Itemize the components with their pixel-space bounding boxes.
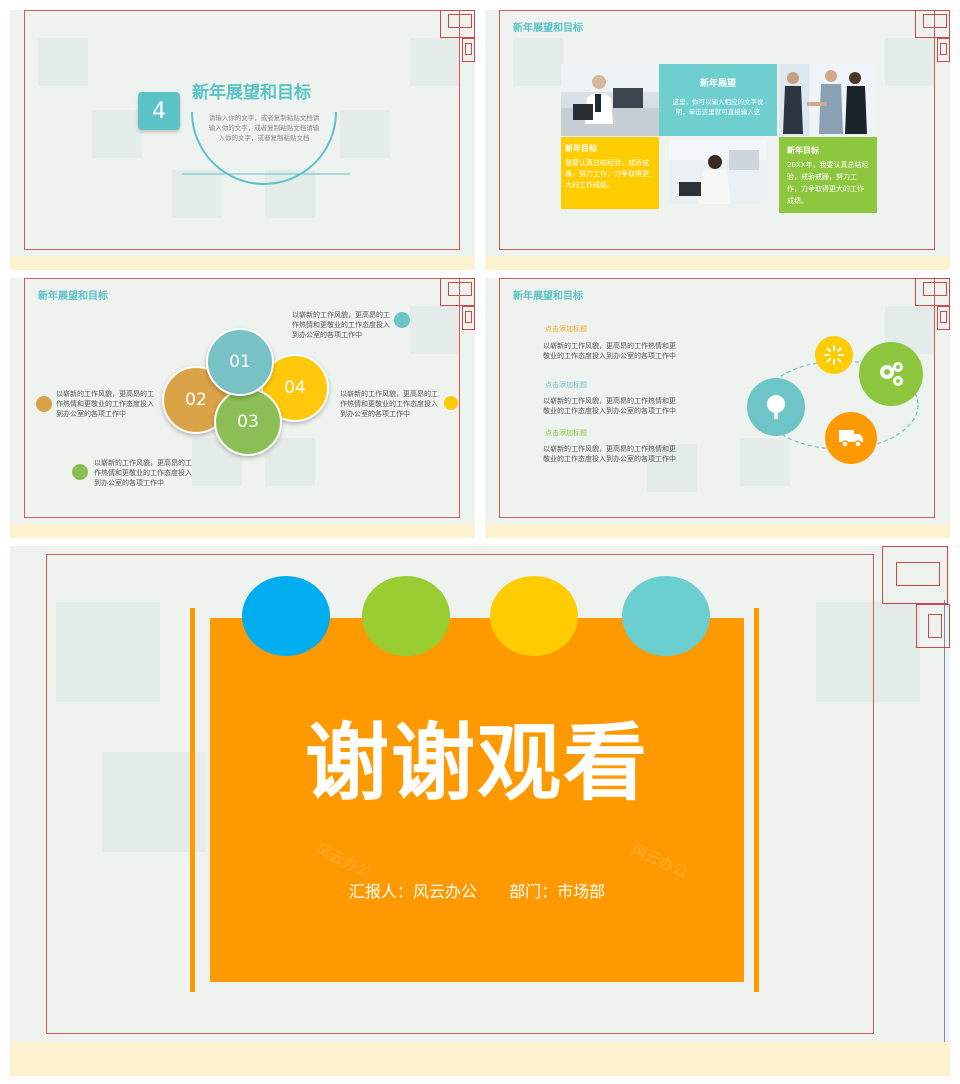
bubble-03: 03 [214,388,282,456]
truck-icon [825,412,877,464]
reporter-line: 汇报人：风云办公 部门：市场部 [210,878,744,902]
item-text-2: 以崭新的工作风貌，更高昂的工作热情和更敬业的工作态度投入到办公室的各项工作中 [543,397,676,415]
slide-thumbnail-2[interactable]: 新年展望和目标 新年展望 这里，你可以输入相应的文字说明，单击这里就可直接输入这 [485,10,950,270]
corner-decor [448,14,472,28]
tree-icon [747,378,805,436]
orange-side-bar-right [754,608,759,992]
office-photo-handshake [779,64,877,136]
bottom-band [485,524,950,538]
text-bottom: 以崭新的工作风貌，更高昂的工作热情和更敬业的工作态度投入到办公室的各项工作中 [94,459,192,487]
circle-blue [242,576,330,656]
slide1-title: 新年展望和目标 [192,83,311,103]
bubble-01: 01 [206,328,274,396]
goal-card-1-title: 新年目标 [565,144,597,153]
circle-green [362,576,450,656]
text-top: 以崭新的工作风貌，更高昂的工作热情和更敬业的工作态度投入到办公室的各项工作中 [292,311,390,339]
circle-yellow [490,576,578,656]
text-left: 以崭新的工作风貌，更高昂的工作热情和更敬业的工作态度投入到办公室的各项工作中 [56,390,154,418]
vision-card: 新年展望 这里，你可以输入相应的文字说明，单击这里就可直接输入这 [659,64,777,136]
slide-thumbnail-1[interactable]: 4 新年展望和目标 请输入你的文字，或者复制粘贴文档请输入你的文字，或者复制粘贴… [10,10,475,270]
outer-edge-line [944,600,945,1070]
goal-card-1: 新年目标 我要认真总结经验，戒骄戒躁，努力工作，力争取得更大的工作成绩。 [561,137,659,209]
corner-decor [940,311,947,323]
corner-decor [923,14,947,28]
item-text-3: 以崭新的工作风貌，更高昂的工作热情和更敬业的工作态度投入到办公室的各项工作中 [543,445,676,463]
bottom-band [10,1042,950,1076]
goal-card-2-title: 新年目标 [787,146,819,155]
circle-teal [622,576,710,656]
corner-decor [465,311,472,323]
bottom-band [485,256,950,270]
gears-icon [859,342,923,406]
dot-green [72,464,88,480]
sun-icon [815,336,853,374]
corner-decor [448,282,472,296]
department-label: 部门：市场部 [509,882,606,901]
corner-decor [465,43,472,55]
bottom-band [10,524,475,538]
orange-side-bar-left [190,608,195,992]
section-number-badge: 4 [138,92,180,130]
slide1-body: 请输入你的文字，或者复制粘贴文档请输入你的文字，或者复制粘贴文档请输入你的文字，… [208,114,320,142]
corner-decor [923,282,947,296]
dot-yellow [444,396,458,410]
section-number: 4 [152,98,166,124]
item-heading-2: 点击添加标题 [545,381,587,389]
dot-teal [394,312,410,328]
thank-you-title: 谢谢观看 [304,714,649,812]
goal-card-2-text: 20XX年，我要认真总结经验，戒骄戒躁，努力工作，力争取得更大的工作成绩。 [787,161,869,205]
office-photo-woman [669,140,767,204]
vision-card-title: 新年展望 [699,79,736,89]
slide-thumbnail-3[interactable]: 新年展望和目标 02 04 03 01 以崭新的工作风貌，更高昂的工作热情和更敬… [10,278,475,538]
reporter-label: 汇报人：风云办公 [348,882,477,901]
item-text-1: 以崭新的工作风貌，更高昂的工作热情和更敬业的工作态度投入到办公室的各项工作中 [543,342,676,360]
corner-decor [896,562,940,586]
goal-card-2: 新年目标 20XX年，我要认真总结经验，戒骄戒躁，努力工作，力争取得更大的工作成… [779,137,877,213]
bottom-band [10,256,475,270]
slide3-header: 新年展望和目标 [38,291,108,302]
corner-decor [940,43,947,55]
office-photo-worker [561,64,659,136]
slide4-header: 新年展望和目标 [513,291,583,302]
goal-card-1-text: 我要认真总结经验，戒骄戒躁，努力工作，力争取得更大的工作成绩。 [565,159,649,189]
corner-decor [928,614,942,638]
slide-main-thank-you[interactable]: 风云办公 风云办公 谢谢观看 汇报人：风云办公 部门：市场部 [10,546,950,1076]
vision-card-text: 这里，你可以输入相应的文字说明，单击这里就可直接输入这 [672,98,764,116]
item-heading-1: 点击添加标题 [545,325,587,333]
slide2-header: 新年展望和目标 [513,23,583,34]
slide-thumbnail-4[interactable]: 新年展望和目标 点击添加标题 以崭新的工作风貌，更高昂的工作热情和更敬业的工作态… [485,278,950,538]
dot-orange [36,396,52,412]
item-heading-3: 点击添加标题 [545,429,587,437]
text-right: 以崭新的工作风貌，更高昂的工作热情和更敬业的工作态度投入到办公室的各项工作中 [340,390,438,418]
